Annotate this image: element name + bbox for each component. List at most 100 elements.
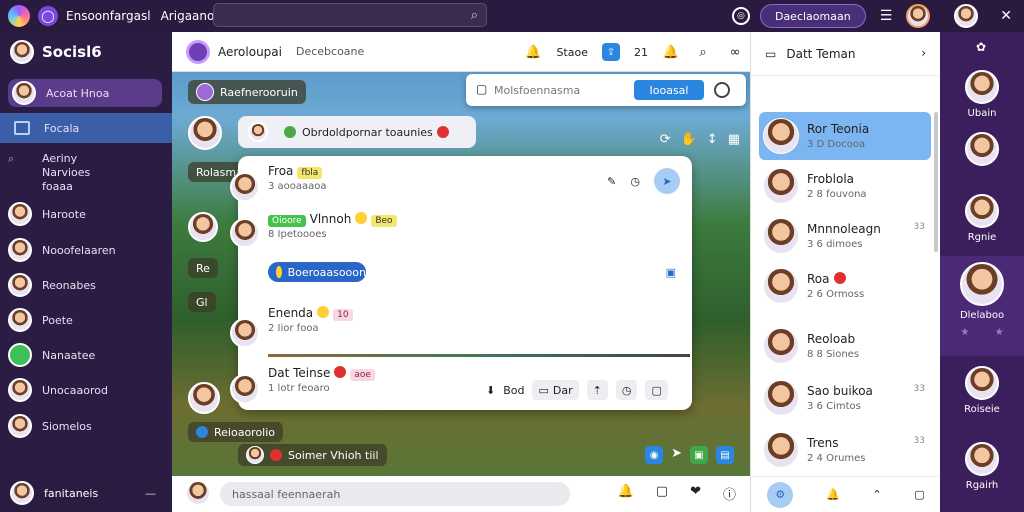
stories-column: ✿ Ubain Rgnie Dlelaboo ★ ★ Roiseie Rgair… (940, 32, 1024, 512)
gallery-icon[interactable]: ▤ (716, 446, 734, 464)
avatar[interactable] (188, 116, 222, 150)
search-icon[interactable]: ⌕ (471, 8, 478, 23)
sidebar-item-4[interactable]: Nooofelaaren (8, 238, 162, 262)
alert-icon[interactable]: 🔔 (662, 43, 680, 61)
story-item[interactable]: Ubain (940, 70, 1024, 119)
story-item[interactable]: Rgnie (940, 194, 1024, 243)
grid-icon[interactable]: ▦ (728, 132, 740, 147)
header-tool-label[interactable]: Staoe (556, 46, 588, 59)
clipboard-icon[interactable]: ▢ (656, 484, 668, 503)
contact-item[interactable]: Sao buikoa 3 6 Cimtos 33 (759, 374, 931, 422)
collapse-icon[interactable]: — (145, 487, 156, 500)
contact-item[interactable]: Reoloab 8 8 Siones (759, 322, 931, 370)
media-icon[interactable]: ▣ (666, 266, 676, 279)
refresh-icon[interactable]: ⟳ (660, 132, 671, 147)
share-icon[interactable]: ⇪ (602, 43, 620, 61)
contact-item[interactable]: Trens 2 4 Orumes 33 (759, 426, 931, 474)
chat-message[interactable]: Enenda 10 2 Iior fooa (268, 306, 353, 334)
chat-message[interactable]: Froa fbla 3 aooaaaoa (268, 164, 327, 192)
search-input[interactable]: ⌕ (213, 3, 487, 27)
story-item[interactable]: Roiseie (940, 366, 1024, 415)
story-item[interactable] (940, 132, 1024, 170)
search-popup[interactable]: ▢ Molsfoennasma Iooasal (466, 74, 746, 106)
avatar (230, 172, 260, 202)
sidebar-item-history[interactable]: ⌕ Aeriny Narvioes foaaa (8, 152, 162, 194)
chip-left-3[interactable]: Gl (188, 292, 216, 312)
settings-icon[interactable]: ⚙ (767, 481, 794, 508)
like-icon[interactable]: ❤ (690, 484, 701, 503)
search-icon[interactable]: ⌕ (694, 43, 712, 61)
arrow-icon[interactable]: › (921, 46, 926, 60)
message-input[interactable]: hassaal feennaerah (220, 482, 570, 506)
contact-item[interactable]: Roa 2 6 Ormoss (759, 262, 931, 310)
notification-icon[interactable]: 🔔 (826, 488, 840, 501)
chip-left-2[interactable]: Re (188, 258, 218, 278)
more-button[interactable]: ▢ (645, 380, 668, 400)
chip-label: Gl (196, 295, 208, 309)
account-pill-button[interactable]: Daeclaomaan (759, 4, 866, 28)
reply-label-1[interactable]: Bod (503, 384, 524, 397)
message-bubble[interactable]: Obrdoldpornar toaunies (238, 116, 476, 148)
sidebar-item-3[interactable]: Haroote (8, 202, 162, 226)
sidebar-item-9[interactable]: Siomelos (8, 414, 162, 438)
clipboard-icon[interactable]: ▢ (914, 488, 924, 501)
up-icon[interactable]: ⌃ (872, 488, 881, 501)
chip-label: Re (196, 261, 210, 275)
contact-item[interactable]: Froblola 2 8 fouvona (759, 162, 931, 210)
contact-item[interactable]: Ror Teonia 3 D Docooa (759, 112, 931, 160)
hand-icon[interactable]: ✋ (681, 132, 697, 147)
sidebar-item-feed[interactable]: Focala (0, 113, 172, 143)
notification-icon[interactable]: 🔔 (524, 43, 542, 61)
user-avatar[interactable] (954, 4, 979, 28)
reaction-pill[interactable]: Boeroaasooon (268, 262, 366, 282)
chip-bottom-2[interactable]: Soimer Vhioh tiil (238, 444, 387, 466)
clock-icon[interactable] (714, 82, 730, 98)
download-icon[interactable]: ⬇ (486, 384, 495, 397)
avatar (10, 481, 34, 505)
story-item[interactable]: Rgairh (940, 442, 1024, 491)
sidebar-item-label: Haroote (42, 207, 86, 221)
chip-bottom-1[interactable]: Reioaorolio (188, 422, 284, 442)
message-time: 8 Ipetoooes (268, 229, 327, 240)
main-feed: Aeroloupai Decebcoane 🔔 Staoe ⇪ 21 🔔 ⌕ ∞… (172, 32, 750, 512)
contacts-panel: ▭ Datt Teman › Ror Teonia 3 D Docooa Frob… (750, 32, 941, 512)
share-button[interactable]: ⇡ (586, 380, 608, 400)
chip-top[interactable]: Raefnerooruin (188, 80, 306, 104)
location-icon[interactable]: ◉ (645, 446, 664, 464)
image-icon[interactable]: ▣ (690, 446, 708, 464)
app-logo-icon[interactable] (8, 5, 30, 27)
search-button[interactable]: Iooasal (634, 80, 704, 100)
notification-icon[interactable]: 🔔 (618, 484, 634, 503)
sidebar-item-8[interactable]: Unocaaorod (8, 378, 162, 402)
send-icon[interactable]: ➤ (654, 168, 680, 194)
reply-button[interactable]: ▭ Dar (532, 380, 579, 400)
react-button[interactable]: ◷ (615, 380, 638, 400)
scrollbar[interactable] (934, 112, 938, 252)
story-item[interactable]: Dlelaboo ★ ★ (940, 256, 1024, 356)
close-icon[interactable]: ✕ (1000, 8, 1012, 24)
feed-icon (14, 121, 30, 135)
search-placeholder[interactable]: Molsfoennasma (494, 84, 580, 97)
chat-message[interactable]: Oioore Vlnnoh Beo 8 Ipetoooes (268, 212, 397, 240)
clock-icon[interactable]: ◷ (630, 175, 640, 188)
avatar[interactable] (188, 212, 218, 242)
sidebar-item-7[interactable]: Nanaatee (8, 343, 162, 367)
chat-message[interactable]: Dat Teinse aoe 1 lotr feoaro (268, 366, 375, 394)
flower-icon[interactable]: ✿ (976, 40, 986, 54)
sidebar-item-home[interactable]: Acoat Hnoa (8, 79, 162, 107)
avatar (965, 442, 999, 476)
sidebar-item-6[interactable]: Poete (8, 308, 162, 332)
avatar[interactable] (188, 382, 220, 414)
contact-item[interactable]: Mnnnoleagn 3 6 dimoes 33 (759, 212, 931, 260)
help-icon[interactable]: ◎ (731, 7, 750, 25)
sidebar-footer[interactable]: fanitaneis — (0, 474, 172, 512)
info-icon[interactable]: ⓘ (723, 484, 736, 503)
menu-icon[interactable]: ☰ (880, 8, 893, 24)
send-icon[interactable]: ➤ (671, 446, 682, 464)
sidebar-item-5[interactable]: Reonabes (8, 273, 162, 297)
more-icon[interactable]: ∞ (726, 43, 744, 61)
signal-icon[interactable]: ↕ (707, 132, 718, 147)
edit-icon[interactable]: ✎ (607, 175, 616, 188)
profile-avatar[interactable] (906, 4, 931, 28)
sender-tag: 10 (333, 309, 353, 321)
